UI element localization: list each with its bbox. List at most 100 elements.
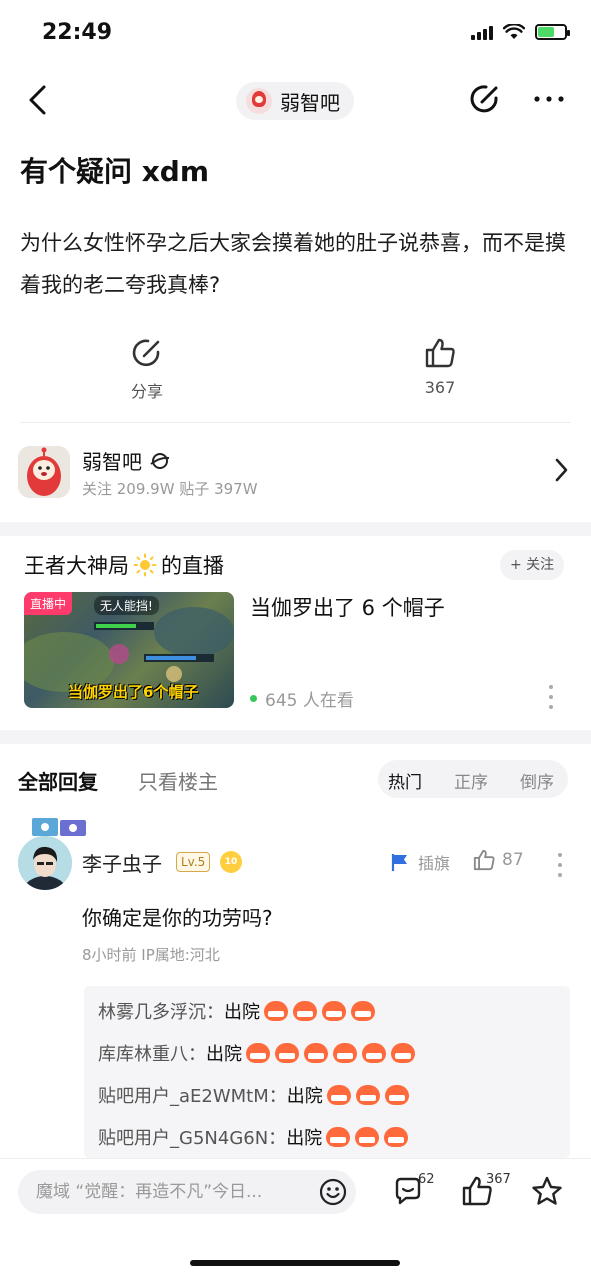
edit-icon <box>470 85 498 113</box>
more-vertical-icon <box>558 853 562 877</box>
more-vertical-icon <box>549 685 553 709</box>
plant-flag-button[interactable]: 插旗 <box>390 850 450 874</box>
sub-reply-user[interactable]: 库库林重八： <box>98 1040 206 1066</box>
divider <box>20 422 571 423</box>
battery-icon <box>535 24 570 40</box>
live-thumbnail[interactable]: 直播中 无人能挡! 当伽罗出了6个帽子 <box>24 592 234 708</box>
post-title: 有个疑问 xdm <box>20 155 210 188</box>
forum-avatar-icon <box>246 88 272 114</box>
viewer-count: 645 人在看 <box>250 686 354 711</box>
angry-emoji-icon <box>274 1042 300 1064</box>
comment-text: 你确定是你的功劳吗? <box>82 906 273 930</box>
level-badge: Lv.5 <box>176 852 211 872</box>
flag-icon <box>391 854 407 871</box>
sub-reply-text: 出院 <box>286 1128 323 1149</box>
forum-chip-label: 弱智吧 <box>280 90 340 115</box>
planet-icon <box>150 452 170 469</box>
more-button[interactable] <box>532 86 566 116</box>
more-icon <box>534 96 564 102</box>
forum-card-open[interactable] <box>552 456 570 491</box>
comment-more-button[interactable] <box>556 852 564 878</box>
section-divider <box>0 730 591 744</box>
post-body: 为什么女性怀孕之后大家会摸着她的肚子说恭喜，而不是摸着我的老二夸我真棒? <box>20 231 566 297</box>
angry-emoji-icon <box>354 1126 380 1148</box>
chevron-right-icon <box>555 458 568 482</box>
wifi-icon <box>503 24 525 39</box>
live-section-title: 王者大神局 的直播 <box>24 550 224 580</box>
reply-input-container[interactable] <box>18 1170 356 1214</box>
comments-count: 62 <box>418 1172 435 1187</box>
live-title-suffix: 的直播 <box>161 554 224 578</box>
angry-emoji-icon <box>355 1084 381 1106</box>
reply-input[interactable] <box>36 1170 306 1214</box>
sort-toggle: 热门 正序 倒序 <box>378 760 568 798</box>
chevron-left-icon <box>29 85 46 115</box>
commenter-name[interactable]: 李子虫子 <box>82 848 162 877</box>
sort-ascending[interactable]: 正序 <box>454 768 488 793</box>
share-icon <box>132 339 160 367</box>
home-indicator <box>190 1260 400 1266</box>
flag-label: 插旗 <box>418 854 451 873</box>
like-count: 367 <box>424 378 456 397</box>
sub-reply: 库库林重八： 出院 <box>98 1040 416 1066</box>
tab-all-replies[interactable]: 全部回复 <box>18 766 98 795</box>
share-label: 分享 <box>130 382 163 401</box>
sub-reply-user[interactable]: 贴吧用户_aE2WMtM： <box>98 1082 287 1108</box>
sub-reply: 贴吧用户_aE2WMtM： 出院 <box>98 1082 410 1108</box>
emoji-icon[interactable] <box>318 1177 348 1207</box>
bottom-like-count: 367 <box>486 1172 511 1187</box>
share-button[interactable]: 分享 <box>107 336 187 402</box>
angry-emoji-icon <box>245 1042 271 1064</box>
angry-emoji-icon <box>292 1000 318 1022</box>
follow-button[interactable]: + 关注 <box>500 550 565 580</box>
tab-op-only[interactable]: 只看楼主 <box>138 766 218 795</box>
sub-reply-text: 出院 <box>286 1086 323 1107</box>
coin-badge: 10 <box>220 851 242 873</box>
angry-emoji-icon <box>326 1084 352 1106</box>
comment-like-count: 87 <box>502 850 524 870</box>
sub-reply-user[interactable]: 林雾几多浮沉： <box>98 998 224 1024</box>
sub-reply: 林雾几多浮沉： 出院 <box>98 998 376 1024</box>
angry-emoji-icon <box>383 1126 409 1148</box>
sub-reply-text: 出院 <box>224 1002 260 1023</box>
sort-hot[interactable]: 热门 <box>388 768 422 793</box>
viewer-count-text: 645 人在看 <box>265 691 354 711</box>
live-more-button[interactable] <box>547 684 555 710</box>
angry-emoji-icon <box>325 1126 351 1148</box>
sub-reply: 贴吧用户_G5N4G6N： 出院 <box>98 1124 409 1150</box>
status-time: 22:49 <box>42 20 113 45</box>
cellular-signal-icon <box>471 24 493 40</box>
forum-card-title[interactable]: 弱智吧 <box>82 446 170 475</box>
angry-emoji-icon <box>332 1042 358 1064</box>
sun-icon <box>133 553 157 577</box>
comment-meta: 8小时前 IP属地:河北 <box>82 946 220 964</box>
thumbs-up-icon <box>473 849 495 871</box>
status-icons <box>471 24 570 40</box>
forum-card-name: 弱智吧 <box>82 450 142 474</box>
angry-emoji-icon <box>361 1042 387 1064</box>
angry-emoji-icon <box>384 1084 410 1106</box>
angry-emoji-icon <box>350 1000 376 1022</box>
section-divider <box>0 522 591 536</box>
compose-button[interactable] <box>468 82 502 116</box>
angry-emoji-icon <box>321 1000 347 1022</box>
back-button[interactable] <box>24 84 56 116</box>
live-headline[interactable]: 当伽罗出了 6 个帽子 <box>250 592 445 622</box>
sub-reply-user[interactable]: 贴吧用户_G5N4G6N： <box>98 1124 286 1150</box>
thumbs-up-icon <box>425 338 455 368</box>
angry-emoji-icon <box>390 1042 416 1064</box>
thumbnail-caption: 当伽罗出了6个帽子 <box>68 683 199 701</box>
sub-reply-text: 出院 <box>206 1044 242 1065</box>
angry-emoji-icon <box>263 1000 289 1022</box>
sub-replies[interactable]: 林雾几多浮沉： 出院 库库林重八： 出院 贴吧用户_aE2WMtM： 出院 贴吧… <box>84 986 570 1158</box>
user-avatar-image <box>18 836 72 890</box>
forum-card-avatar[interactable] <box>18 446 70 498</box>
sort-descending[interactable]: 倒序 <box>520 768 554 793</box>
angry-emoji-icon <box>303 1042 329 1064</box>
forum-chip[interactable]: 弱智吧 <box>236 82 354 120</box>
commenter-avatar[interactable] <box>18 836 72 890</box>
star-icon <box>532 1176 562 1205</box>
comment-like-button[interactable]: 87 <box>472 848 524 872</box>
like-button[interactable]: 367 <box>400 336 480 397</box>
favorite-button[interactable] <box>530 1174 564 1208</box>
